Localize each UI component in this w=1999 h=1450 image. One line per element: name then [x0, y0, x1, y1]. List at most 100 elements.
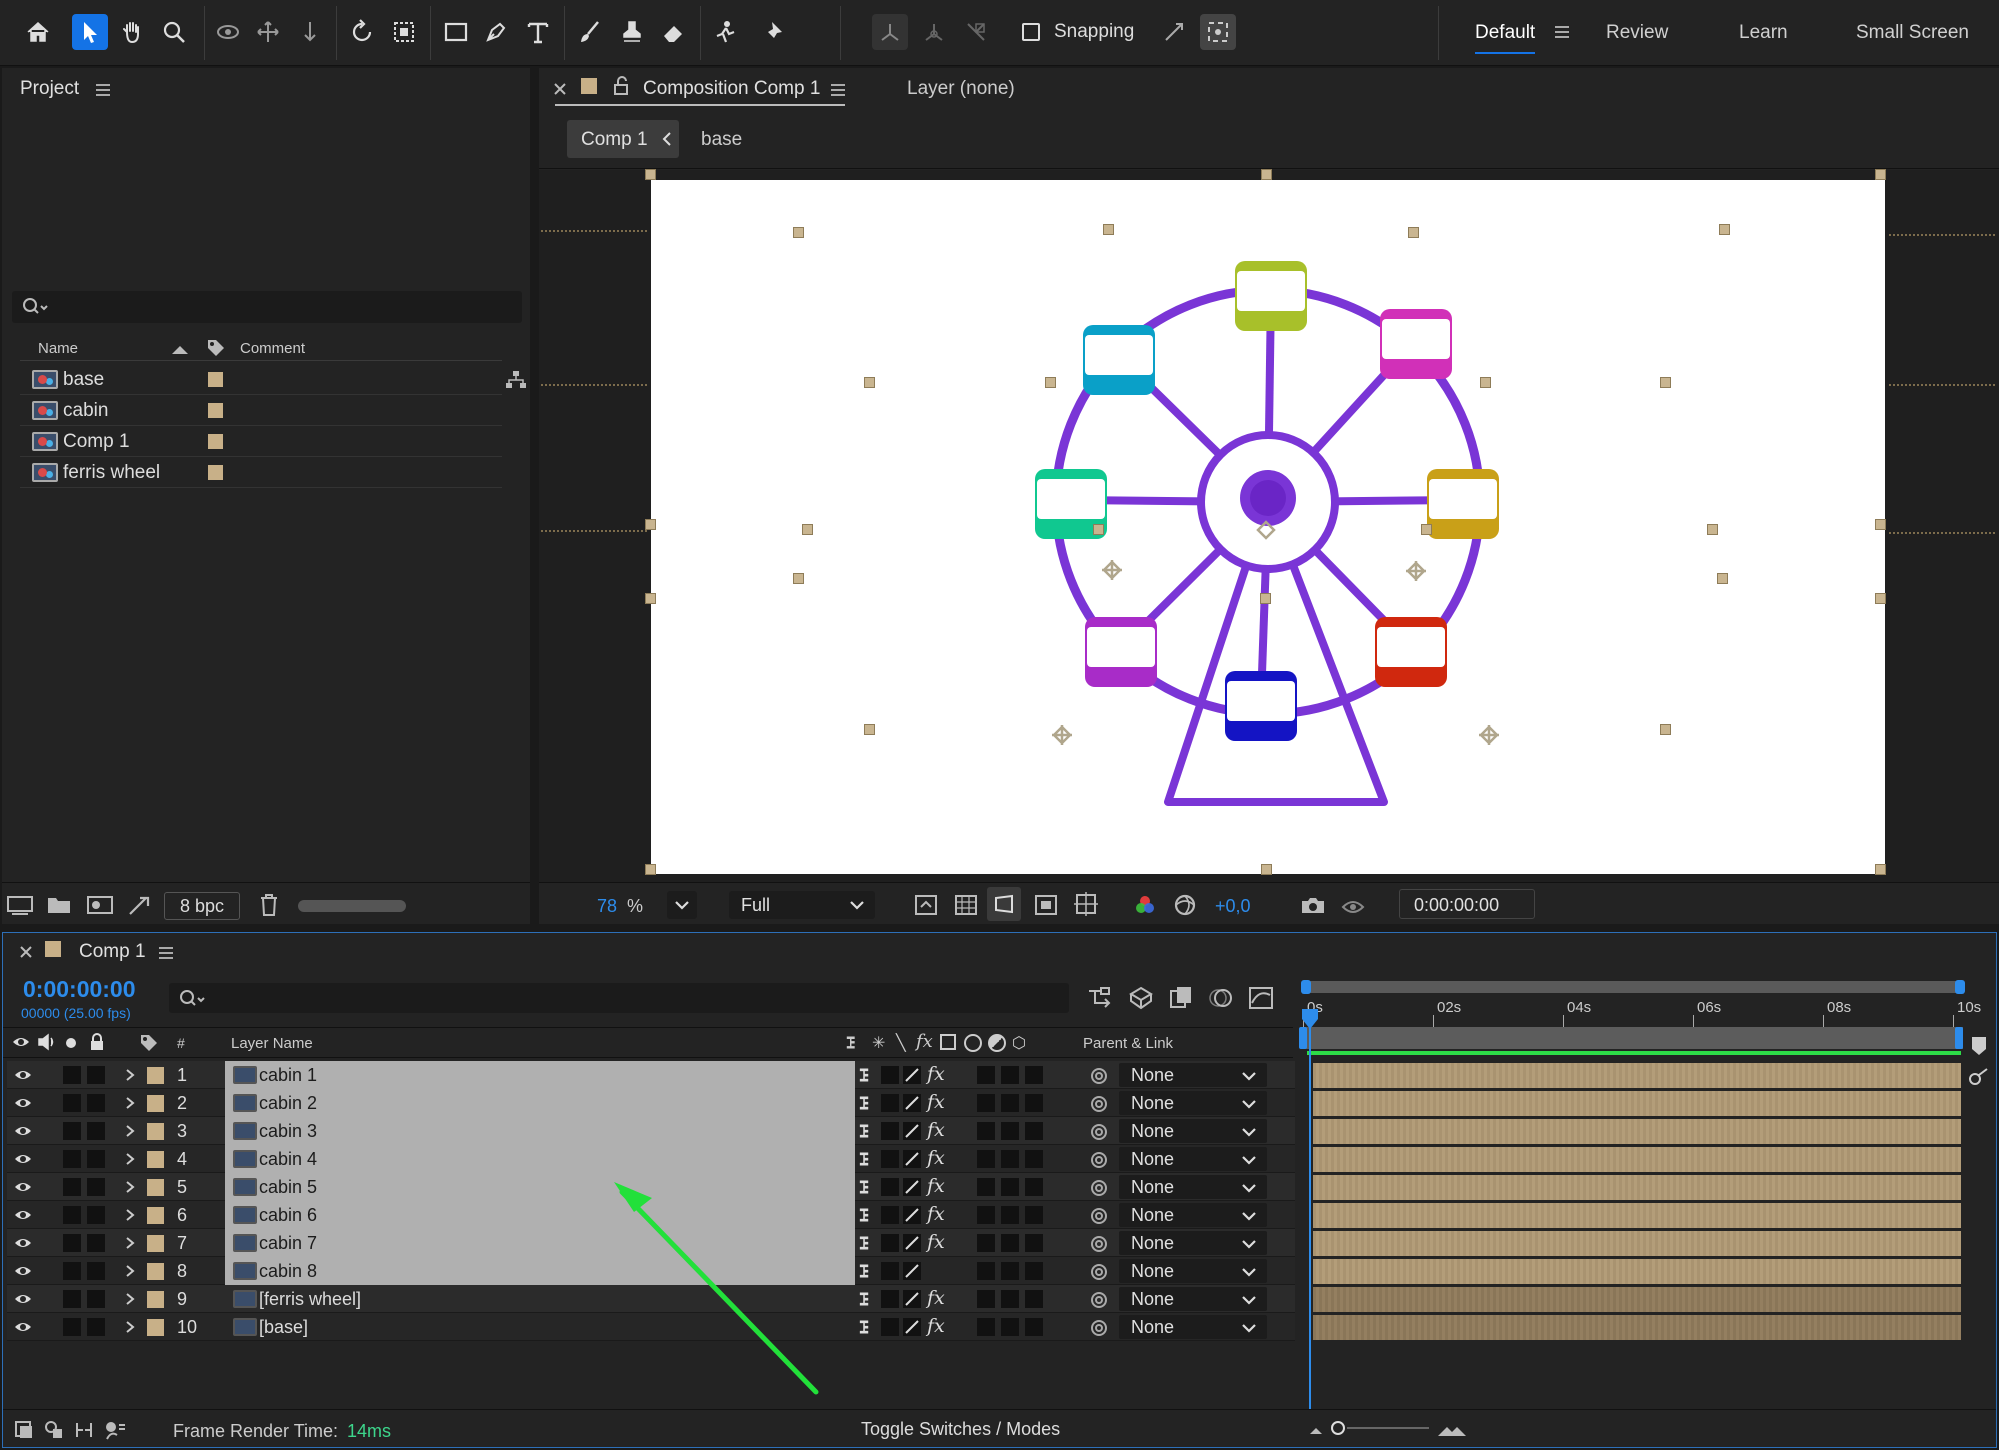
adjust-settings-icon[interactable]	[126, 894, 152, 916]
motion-blur-switch[interactable]	[977, 1318, 995, 1336]
transform-handle[interactable]	[645, 593, 656, 604]
col-layer-name[interactable]: Layer Name	[231, 1035, 313, 1052]
quality-switch[interactable]	[903, 1094, 921, 1112]
pick-whip-icon[interactable]	[1089, 1234, 1109, 1254]
chevron-right-icon[interactable]	[125, 1320, 135, 1334]
transform-handle[interactable]	[1875, 593, 1886, 604]
parent-dropdown[interactable]: None	[1119, 1147, 1267, 1171]
parent-dropdown[interactable]: None	[1119, 1231, 1267, 1255]
transform-handle[interactable]	[1261, 169, 1272, 180]
dolly-camera-icon[interactable]	[292, 14, 328, 50]
playhead-icon[interactable]	[1300, 1007, 1320, 1031]
motion-blur-switch[interactable]	[977, 1290, 995, 1308]
solo-switch[interactable]	[63, 1178, 81, 1196]
pick-whip-icon[interactable]	[1089, 1178, 1109, 1198]
timeline-zoom-slider-thumb[interactable]	[1331, 1421, 1345, 1435]
3d-switch[interactable]	[1025, 1290, 1043, 1308]
comp-button-icon[interactable]	[1967, 1067, 1991, 1087]
collapse-switch[interactable]	[881, 1318, 899, 1336]
project-item[interactable]: cabin	[20, 395, 502, 426]
chevron-right-icon[interactable]	[125, 1124, 135, 1138]
label-color-swatch[interactable]	[208, 372, 223, 387]
lock-switch[interactable]	[87, 1094, 105, 1112]
adjustment-switch[interactable]	[1001, 1122, 1019, 1140]
quality-switch[interactable]	[903, 1066, 921, 1084]
motion-blur-switch[interactable]	[977, 1178, 995, 1196]
eye-icon[interactable]	[13, 1096, 33, 1110]
behind-tool-icon[interactable]	[386, 14, 422, 50]
chevron-right-icon[interactable]	[125, 1068, 135, 1082]
lock-switch[interactable]	[87, 1318, 105, 1336]
collapse-switch[interactable]	[881, 1094, 899, 1112]
close-icon[interactable]	[19, 945, 33, 959]
fx-switch-icon[interactable]: fx	[927, 1231, 945, 1253]
quality-switch[interactable]	[903, 1178, 921, 1196]
shy-switch-icon[interactable]: ⯿	[859, 1316, 869, 1345]
interpret-footage-icon[interactable]	[6, 894, 34, 916]
chevron-right-icon[interactable]	[125, 1180, 135, 1194]
lock-icon[interactable]	[89, 1033, 105, 1051]
label-color-swatch[interactable]	[147, 1123, 164, 1140]
adjustment-switch[interactable]	[1001, 1318, 1019, 1336]
transform-handle[interactable]	[793, 227, 804, 238]
orbit-camera-icon[interactable]	[210, 14, 246, 50]
quality-switch[interactable]	[903, 1318, 921, 1336]
timeline-menu-icon[interactable]	[159, 947, 173, 959]
grid-guide-options-icon[interactable]	[1073, 891, 1099, 917]
hand-tool-icon[interactable]	[114, 14, 150, 50]
pick-whip-icon[interactable]	[1089, 1318, 1109, 1338]
3d-switch[interactable]	[1025, 1234, 1043, 1252]
layer-duration-bar[interactable]	[1313, 1063, 1961, 1088]
layer-duration-bar[interactable]	[1313, 1203, 1961, 1228]
composition-tab-title[interactable]: Composition Comp 1	[643, 78, 820, 100]
eye-icon[interactable]	[13, 1180, 33, 1194]
snapping-checkbox[interactable]	[1022, 23, 1040, 41]
channels-icon[interactable]	[1133, 893, 1157, 917]
fx-switch-icon[interactable]: fx	[927, 1175, 945, 1197]
pick-whip-icon[interactable]	[1089, 1066, 1109, 1086]
3d-switch[interactable]	[1025, 1150, 1043, 1168]
breadcrumb-comp-button[interactable]: Comp 1	[567, 120, 679, 158]
lock-switch[interactable]	[87, 1066, 105, 1084]
resolution-dropdown[interactable]: Full	[729, 891, 875, 919]
transform-handle[interactable]	[1408, 227, 1419, 238]
transform-handle[interactable]	[1660, 724, 1671, 735]
close-icon[interactable]	[553, 82, 567, 96]
label-tag-icon[interactable]	[206, 338, 226, 360]
chevron-right-icon[interactable]	[125, 1236, 135, 1250]
label-color-swatch[interactable]	[147, 1207, 164, 1224]
transform-handle[interactable]	[1480, 377, 1491, 388]
new-folder-icon[interactable]	[46, 894, 72, 916]
lock-switch[interactable]	[87, 1262, 105, 1280]
parent-dropdown[interactable]: None	[1119, 1203, 1267, 1227]
current-time-indicator[interactable]	[1309, 1013, 1311, 1409]
trash-icon[interactable]	[258, 892, 280, 918]
project-col-comment[interactable]: Comment	[240, 340, 305, 357]
bit-depth-button[interactable]: 8 bpc	[164, 892, 240, 920]
color-management-icon[interactable]	[1173, 893, 1197, 917]
timeline-timecode[interactable]: 0:00:00:00	[23, 976, 136, 1003]
motion-blur-switch[interactable]	[977, 1206, 995, 1224]
clone-stamp-tool-icon[interactable]	[614, 14, 650, 50]
transform-handle[interactable]	[864, 724, 875, 735]
zoom-value[interactable]: 78	[597, 896, 617, 917]
transform-handle[interactable]	[645, 169, 656, 180]
work-area-bar[interactable]	[1301, 980, 1965, 994]
collapse-switch[interactable]	[881, 1066, 899, 1084]
adjustment-switch[interactable]	[1001, 1206, 1019, 1224]
layer-duration-bar[interactable]	[1313, 1175, 1961, 1200]
pen-tool-icon[interactable]	[478, 14, 514, 50]
draft-3d-icon[interactable]	[1127, 985, 1155, 1011]
project-item[interactable]: Comp 1	[20, 426, 502, 457]
parent-dropdown[interactable]: None	[1119, 1175, 1267, 1199]
project-col-name[interactable]: Name	[38, 340, 78, 357]
zoom-dropdown[interactable]	[667, 891, 697, 919]
world-axis-icon[interactable]	[916, 14, 952, 50]
eye-icon[interactable]	[13, 1124, 33, 1138]
motion-blur-switch[interactable]	[977, 1150, 995, 1168]
current-time-display[interactable]: 0:00:00:00	[1399, 889, 1535, 919]
transform-handle[interactable]	[645, 519, 656, 530]
parent-dropdown[interactable]: None	[1119, 1259, 1267, 1283]
transform-handle[interactable]	[1260, 593, 1271, 604]
label-color-swatch[interactable]	[208, 465, 223, 480]
